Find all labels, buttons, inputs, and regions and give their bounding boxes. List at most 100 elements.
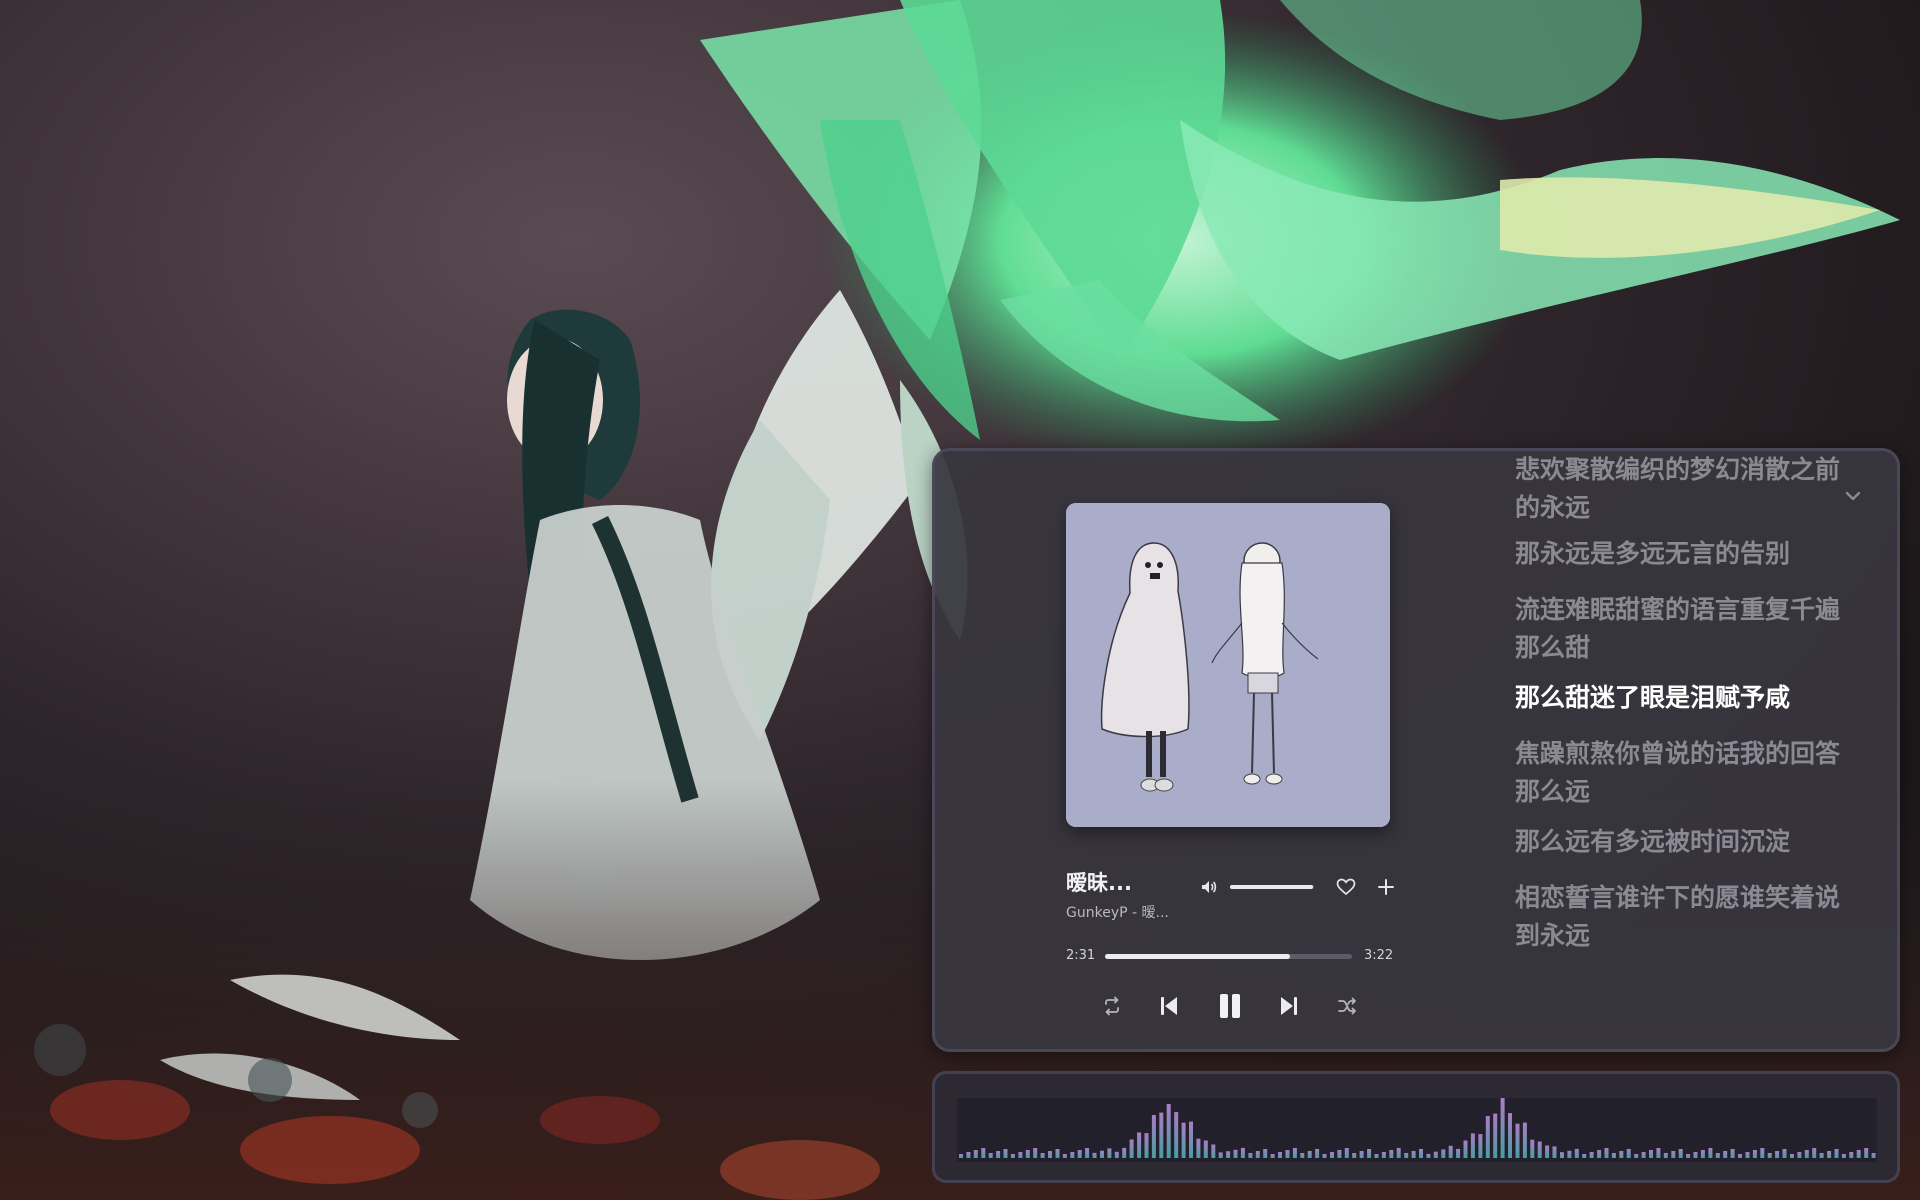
spectrum-bar [1330, 1152, 1334, 1158]
spectrum-bar [1337, 1150, 1342, 1158]
spectrum-bar [1077, 1150, 1082, 1158]
spectrum-bar [1070, 1152, 1075, 1158]
spectrum-bar [1745, 1152, 1750, 1158]
spectrum-bar [1010, 1154, 1015, 1158]
spectrum-bar [1218, 1152, 1223, 1158]
lyric-line-active[interactable]: 那么甜迷了眼是泪赋予咸 [1515, 679, 1855, 717]
spectrum-bar [1782, 1149, 1787, 1158]
lyric-line[interactable]: 悲欢聚散编织的梦幻消散之前的永远 [1515, 451, 1855, 527]
spectrum-bar [1396, 1148, 1401, 1158]
lyrics-panel: 悲欢聚散编织的梦幻消散之前的永远 那永远是多远无言的告别 流连难眠甜蜜的语言重复… [1515, 451, 1855, 1049]
spectrum-bar [1589, 1152, 1594, 1158]
repeat-icon[interactable] [1100, 994, 1124, 1018]
spectrum-bar [1270, 1154, 1275, 1158]
plus-icon[interactable] [1376, 877, 1396, 897]
spectrum-bar [1129, 1139, 1134, 1158]
skip-next-icon[interactable] [1277, 992, 1301, 1020]
song-artist: GunkeyP - 暧... [1066, 905, 1169, 921]
spectrum-bar [1493, 1113, 1498, 1158]
spectrum-bar [1352, 1153, 1357, 1158]
spectrum-bar [1100, 1150, 1104, 1158]
spectrum-bars [959, 1098, 1876, 1158]
spectrum-bar [1226, 1151, 1231, 1158]
time-elapsed: 2:31 [1066, 948, 1096, 963]
spectrum-bar [1144, 1133, 1149, 1158]
spectrum-bar [1211, 1144, 1216, 1158]
spectrum-bar [1092, 1152, 1097, 1158]
spectrum-bar [1700, 1150, 1705, 1158]
spectrum-bar [1760, 1148, 1765, 1158]
spectrum-bar [1114, 1151, 1119, 1158]
shuffle-icon[interactable] [1335, 994, 1359, 1018]
spectrum-bar [1834, 1149, 1839, 1158]
spectrum-bar [1411, 1151, 1416, 1158]
lyric-line[interactable]: 那永远是多远无言的告别 [1515, 535, 1855, 573]
music-player-window: 暧昧... GunkeyP - 暧... 2:31 3:22 悲欢聚散编织的梦幻… [932, 448, 1900, 1052]
spectrum-bar [973, 1150, 978, 1158]
spectrum-bar [1307, 1151, 1312, 1158]
spectrum-bar [1819, 1153, 1824, 1158]
spectrum-bar [1545, 1145, 1550, 1158]
spectrum-bar [1107, 1148, 1112, 1158]
spectrum-bar [1367, 1149, 1372, 1158]
lyric-line[interactable]: 流连难眠甜蜜的语言重复千遍那么甜 [1515, 591, 1855, 667]
spectrum-bar [1515, 1123, 1520, 1158]
lyric-line[interactable]: 那么远有多远被时间沉淀 [1515, 823, 1855, 861]
spectrum-bar [1085, 1148, 1090, 1158]
spectrum-bar [1560, 1152, 1564, 1158]
spectrum-bar [1033, 1148, 1038, 1158]
album-cover[interactable] [1066, 503, 1390, 827]
spectrum-bar [1552, 1146, 1557, 1158]
volume-level [1230, 885, 1314, 889]
spectrum-bar [1166, 1104, 1171, 1158]
spectrum-bar [1159, 1112, 1164, 1158]
spectrum-bar [1752, 1150, 1757, 1158]
spectrum-bar [1790, 1154, 1794, 1158]
spectrum-bar [1574, 1148, 1579, 1158]
lyric-line[interactable]: 相恋誓言谁许下的愿谁笑着说到永远 [1515, 879, 1855, 955]
spectrum-bar [1827, 1151, 1832, 1158]
spectrum-bar [1174, 1112, 1179, 1158]
spectrum-bar [1322, 1154, 1327, 1158]
spectrum-bar [1567, 1150, 1572, 1158]
spectrum-bar [1122, 1147, 1127, 1158]
lyric-line[interactable]: 焦躁煎熬你曾说的话我的回答那么远 [1515, 735, 1855, 811]
progress-fill [1105, 954, 1290, 959]
spectrum-bar [1686, 1154, 1691, 1158]
time-total: 3:22 [1364, 948, 1394, 963]
spectrum-bar [1189, 1121, 1193, 1158]
spectrum-bar [1671, 1151, 1676, 1158]
spectrum-bar [1181, 1122, 1186, 1158]
spectrum-bar [1641, 1152, 1646, 1158]
spectrum-bar [1864, 1148, 1869, 1158]
skip-previous-icon[interactable] [1157, 992, 1181, 1020]
spectrum-bar [1048, 1151, 1052, 1158]
spectrum-bar [1292, 1148, 1297, 1158]
spectrum-bar [1841, 1154, 1846, 1158]
spectrum-bar [1003, 1149, 1008, 1158]
spectrum-bar [1278, 1152, 1282, 1158]
volume-slider[interactable] [1230, 885, 1314, 889]
spectrum-bar [1619, 1151, 1624, 1158]
spectrum-bar [1537, 1141, 1542, 1158]
spectrum-bar [1634, 1154, 1639, 1158]
spectrum-bar [1463, 1140, 1468, 1158]
volume-icon[interactable] [1200, 878, 1218, 896]
pause-icon[interactable] [1215, 991, 1245, 1021]
heart-icon[interactable] [1336, 878, 1356, 896]
spectrum-bar [1849, 1152, 1854, 1158]
spectrum-bar [1738, 1154, 1742, 1158]
spectrum-bar [1530, 1139, 1535, 1158]
spectrum-bar [1381, 1152, 1386, 1158]
spectrum-bar [1374, 1154, 1379, 1158]
spectrum-bar [1708, 1148, 1713, 1158]
spectrum-bar [1775, 1151, 1780, 1158]
progress-bar[interactable] [1105, 954, 1352, 959]
spectrum-bar [1263, 1149, 1268, 1158]
spectrum-bar [1611, 1153, 1616, 1158]
spectrum-bar [1359, 1151, 1364, 1158]
spectrum-bar [1478, 1134, 1483, 1158]
spectrum-bar [1812, 1148, 1817, 1158]
song-title: 暧昧... [1066, 871, 1132, 895]
spectrum-bar [996, 1151, 1001, 1158]
